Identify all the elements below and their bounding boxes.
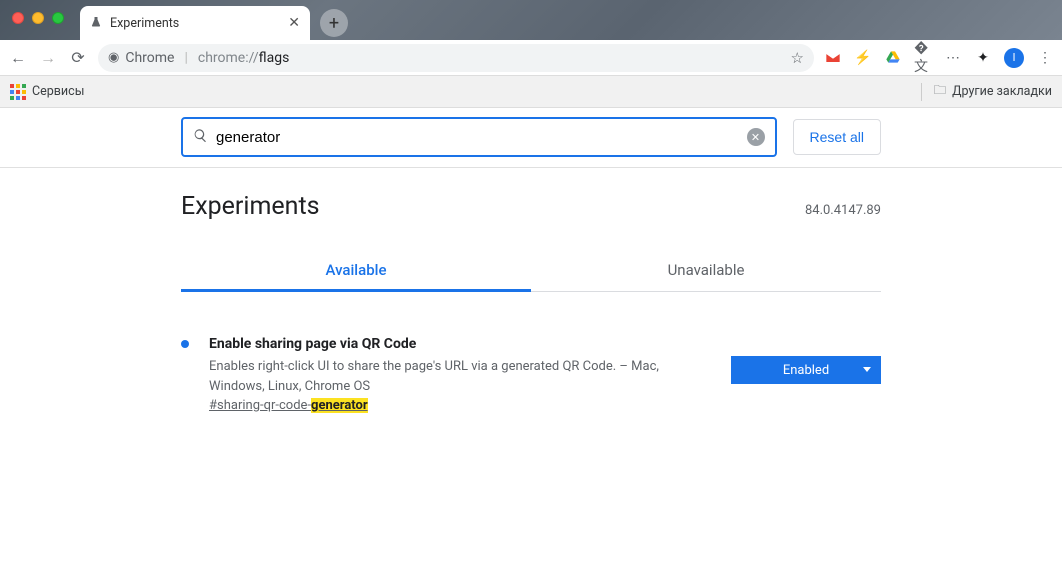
chrome-icon: ◉ xyxy=(108,50,119,65)
flag-description: Enables right-click UI to share the page… xyxy=(209,357,711,396)
menu-icon[interactable]: ⋮ xyxy=(1036,49,1054,67)
search-input[interactable] xyxy=(216,129,739,146)
toolbar: ← → ⟳ ◉ Chrome | chrome://flags ☆ ⚡ �文 ⋯… xyxy=(0,40,1062,76)
tabs: Available Unavailable xyxy=(181,251,881,292)
gmail-icon[interactable] xyxy=(824,49,842,67)
reload-button[interactable]: ⟳ xyxy=(68,48,88,67)
omnibox-url: chrome://flags xyxy=(198,50,289,66)
profile-avatar[interactable]: I xyxy=(1004,48,1024,68)
back-button[interactable]: ← xyxy=(8,48,28,68)
tab-title: Experiments xyxy=(110,16,179,31)
window-controls xyxy=(12,12,64,24)
page-content: ✕ Reset all Experiments 84.0.4147.89 Ava… xyxy=(0,108,1062,416)
extension-icon[interactable]: ⋯ xyxy=(944,49,962,67)
bookmark-services[interactable]: Сервисы xyxy=(32,84,84,99)
other-bookmarks[interactable]: 🗀 Другие закладки xyxy=(921,81,1052,102)
forward-button: → xyxy=(38,48,58,68)
close-window-icon[interactable] xyxy=(12,12,24,24)
omnibox[interactable]: ◉ Chrome | chrome://flags ☆ xyxy=(98,44,814,72)
translate-icon[interactable]: �文 xyxy=(914,49,932,67)
minimize-window-icon[interactable] xyxy=(32,12,44,24)
reset-all-button[interactable]: Reset all xyxy=(793,119,881,155)
modified-dot-icon xyxy=(181,340,189,348)
close-tab-icon[interactable]: ✕ xyxy=(288,15,300,31)
omnibox-prefix: Chrome xyxy=(125,50,174,66)
clear-search-icon[interactable]: ✕ xyxy=(747,128,765,146)
divider xyxy=(0,167,1062,168)
omnibox-separator: | xyxy=(184,50,187,66)
flask-icon xyxy=(90,16,102,31)
bolt-icon[interactable]: ⚡ xyxy=(854,49,872,67)
drive-icon[interactable] xyxy=(884,49,902,67)
extension-icons: ⚡ �文 ⋯ ✦ I ⋮ xyxy=(824,48,1054,68)
flag-title: Enable sharing page via QR Code xyxy=(209,334,711,355)
bookmark-star-icon[interactable]: ☆ xyxy=(791,49,804,67)
search-flags-box[interactable]: ✕ xyxy=(181,117,777,157)
page-title: Experiments xyxy=(181,192,320,221)
flag-entry: Enable sharing page via QR Code Enables … xyxy=(181,334,881,416)
maximize-window-icon[interactable] xyxy=(52,12,64,24)
other-bookmarks-label: Другие закладки xyxy=(952,84,1052,99)
tab-unavailable[interactable]: Unavailable xyxy=(531,251,881,291)
site-info[interactable]: ◉ Chrome xyxy=(108,50,174,66)
tab-strip: Experiments ✕ + xyxy=(0,0,1062,40)
tab-available[interactable]: Available xyxy=(181,251,531,292)
version-label: 84.0.4147.89 xyxy=(805,203,881,218)
flag-state-select[interactable]: Enabled xyxy=(731,356,881,384)
new-tab-button[interactable]: + xyxy=(320,9,348,37)
flag-hash-link[interactable]: #sharing-qr-code-generator xyxy=(209,398,368,413)
browser-tab[interactable]: Experiments ✕ xyxy=(80,6,310,40)
folder-icon: 🗀 xyxy=(934,81,947,102)
extensions-puzzle-icon[interactable]: ✦ xyxy=(974,49,992,67)
bookmark-bar: Сервисы 🗀 Другие закладки xyxy=(0,76,1062,108)
flag-state-label: Enabled xyxy=(783,363,829,378)
apps-icon[interactable] xyxy=(10,84,26,100)
search-icon xyxy=(193,128,208,147)
